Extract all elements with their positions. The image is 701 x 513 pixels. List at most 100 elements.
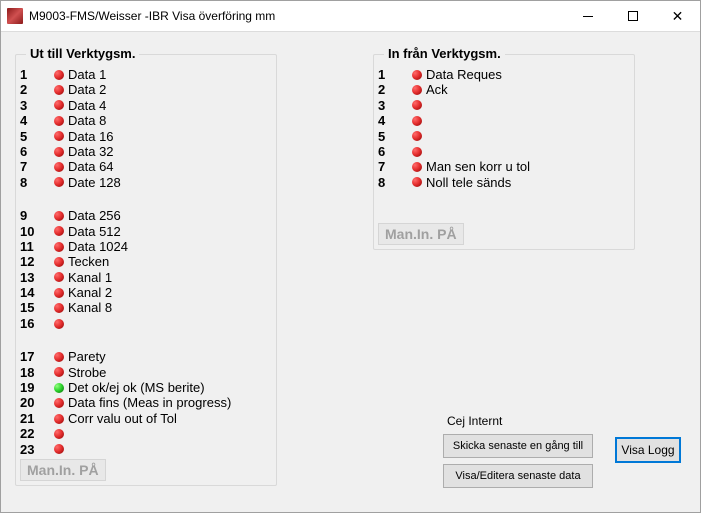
status-dot-icon [408,116,426,126]
status-dot-icon [50,288,68,298]
signal-row: 21Corr valu out of Tol [20,411,272,426]
signal-row: 13Kanal 1 [20,270,272,285]
signal-row: 3 [378,98,630,113]
signal-index: 18 [20,365,50,380]
signal-label: Data 64 [68,159,114,174]
signal-row: 16 [20,316,272,331]
close-button[interactable]: ✕ [655,1,700,31]
signal-index: 1 [20,67,50,82]
signal-label: Data 512 [68,224,121,239]
signal-row: 9 Data 256 [20,208,272,223]
signal-row [20,331,272,349]
signal-label: Ack [426,82,448,97]
signal-index: 10 [20,224,50,239]
signal-row: 7Data 64 [20,159,272,174]
signal-index: 1 [378,67,408,82]
status-dot-icon [50,211,68,221]
group-left-title: Ut till Verktygsm. [26,46,139,61]
right-signal-list: 1Data Reques2Ack34567Man sen korr u tol8… [378,67,630,190]
status-dot-icon [50,177,68,187]
signal-row: 3 Data 4 [20,98,272,113]
visa-editera-button[interactable]: Visa/Editera senaste data [443,464,593,488]
signal-label: Corr valu out of Tol [68,411,177,426]
signal-index: 12 [20,254,50,269]
signal-label: Man sen korr u tol [426,159,530,174]
signal-row: 8Noll tele sänds [378,175,630,190]
status-man-in-pa-left: Man.In. PÅ [20,459,106,481]
signal-row: 4Data 8 [20,113,272,128]
skicka-senaste-button[interactable]: Skicka senaste en gång till [443,434,593,458]
status-dot-icon [50,367,68,377]
signal-label: Date 128 [68,175,121,190]
signal-row: 15 Kanal 8 [20,300,272,315]
group-cej-internt: Cej Internt Skicka senaste en gång till … [443,420,593,488]
window-controls: ✕ [565,1,700,31]
status-dot-icon [408,131,426,141]
signal-index: 9 [20,208,50,223]
status-dot-icon [408,147,426,157]
signal-label: Data Reques [426,67,502,82]
titlebar: M9003-FMS/Weisser -IBR Visa överföring m… [1,1,700,32]
signal-index: 2 [20,82,50,97]
signal-index: 5 [20,129,50,144]
status-dot-icon [50,85,68,95]
signal-label: Data 1 [68,67,106,82]
signal-row: 20 Data fins (Meas in progress) [20,395,272,410]
signal-row: 5 [378,129,630,144]
minimize-button[interactable] [565,1,610,31]
status-dot-icon [50,444,68,454]
signal-row [20,190,272,208]
status-dot-icon [50,162,68,172]
status-dot-icon [50,429,68,439]
signal-index: 4 [378,113,408,128]
group-ut-till-verktygsm: Ut till Verktygsm. 1Data 12Data 23Data 4… [15,54,277,486]
signal-label: Data 256 [68,208,121,223]
signal-index: 8 [20,175,50,190]
maximize-button[interactable] [610,1,655,31]
signal-row: 6Data 32 [20,144,272,159]
status-dot-icon [50,131,68,141]
signal-label: Data fins (Meas in progress) [68,395,231,410]
window-title: M9003-FMS/Weisser -IBR Visa överföring m… [29,9,565,23]
signal-index: 15 [20,300,50,315]
left-signal-list: 1Data 12Data 23Data 44Data 85Data 166Dat… [20,67,272,472]
signal-row: 10 Data 512 [20,224,272,239]
signal-row: 23 [20,442,272,457]
signal-row: 18Strobe [20,365,272,380]
cej-label: Cej Internt [447,414,502,428]
status-dot-icon [50,272,68,282]
signal-label: Data 1024 [68,239,128,254]
signal-row: 1 Data 1 [20,67,272,82]
signal-row: 7Man sen korr u tol [378,159,630,174]
signal-index: 4 [20,113,50,128]
signal-index: 8 [378,175,408,190]
signal-row: 8 Date 128 [20,175,272,190]
status-dot-icon [408,85,426,95]
signal-index: 20 [20,395,50,410]
signal-index: 22 [20,426,50,441]
signal-row: 6 [378,144,630,159]
signal-index: 14 [20,285,50,300]
signal-row: 22 [20,426,272,441]
signal-row: 5Data 16 [20,129,272,144]
status-dot-icon [50,352,68,362]
signal-label: Parety [68,349,106,364]
group-in-fran-verktygsm: In från Verktygsm. 1Data Reques2Ack34567… [373,54,635,250]
status-dot-icon [50,257,68,267]
signal-index: 11 [20,239,50,254]
status-dot-icon [408,100,426,110]
app-window: M9003-FMS/Weisser -IBR Visa överföring m… [0,0,701,513]
status-man-in-pa-right: Man.In. PÅ [378,223,464,245]
status-dot-icon [50,383,68,393]
signal-index: 23 [20,442,50,457]
signal-label: Data 32 [68,144,114,159]
visa-logg-button[interactable]: Visa Logg [615,437,681,463]
signal-index: 6 [378,144,408,159]
signal-label: Kanal 8 [68,300,112,315]
status-dot-icon [50,319,68,329]
status-dot-icon [50,398,68,408]
signal-row: 12Tecken [20,254,272,269]
signal-label: Data 4 [68,98,106,113]
status-dot-icon [50,226,68,236]
signal-index: 3 [20,98,50,113]
